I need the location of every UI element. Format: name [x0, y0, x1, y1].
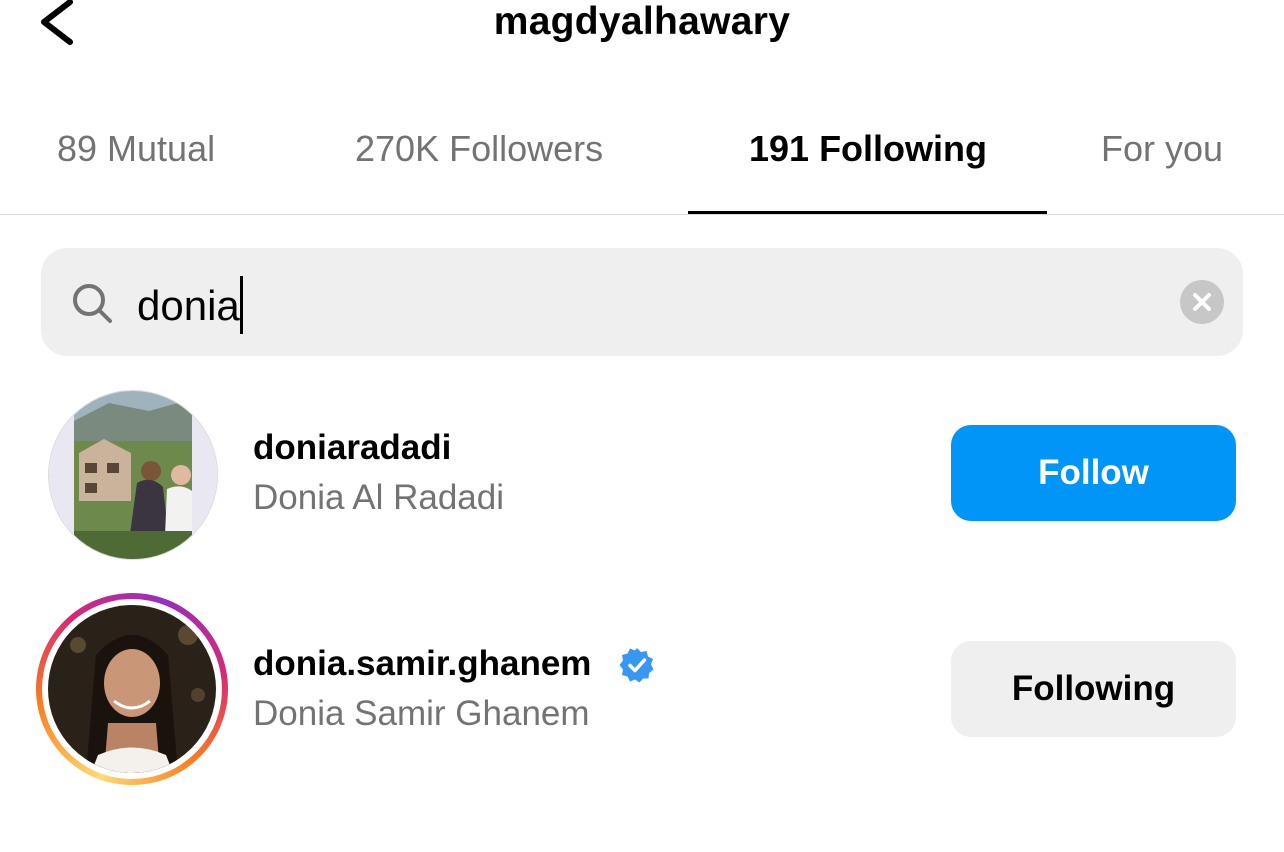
- search-icon: [73, 284, 112, 323]
- search-query[interactable]: donia: [137, 276, 243, 334]
- tab-followers[interactable]: 270K Followers: [355, 128, 603, 170]
- list-item[interactable]: donia.samir.ghanem Donia Samir Ghanem Fo…: [0, 592, 1284, 792]
- avatar-photo: [49, 391, 217, 559]
- avatar: [48, 605, 216, 773]
- text-caret: [239, 276, 243, 334]
- tab-for-you[interactable]: For you: [1101, 128, 1223, 170]
- clear-icon[interactable]: [1180, 280, 1224, 324]
- full-name: Donia Samir Ghanem: [253, 694, 590, 733]
- full-name: Donia Al Radadi: [253, 478, 504, 517]
- search-query-text: donia: [137, 282, 240, 329]
- tab-bar: 89 Mutual 270K Followers 191 Following F…: [0, 100, 1284, 215]
- tab-mutual[interactable]: 89 Mutual: [57, 128, 215, 170]
- avatar-photo: [48, 605, 216, 773]
- profile-username-title: magdyalhawary: [493, 0, 791, 43]
- list-item[interactable]: doniaradadi Donia Al Radadi Follow: [0, 380, 1284, 580]
- tab-following[interactable]: 191 Following: [749, 128, 987, 170]
- story-ring[interactable]: [36, 593, 228, 785]
- top-bar: magdyalhawary: [0, 0, 1284, 60]
- verified-badge-icon: [619, 648, 654, 683]
- following-button[interactable]: Following: [951, 641, 1236, 737]
- search-input[interactable]: donia: [41, 248, 1243, 356]
- active-tab-indicator: [688, 211, 1047, 214]
- username[interactable]: doniaradadi: [253, 428, 451, 468]
- avatar[interactable]: [48, 390, 218, 560]
- username[interactable]: donia.samir.ghanem: [253, 644, 591, 684]
- follow-button[interactable]: Follow: [951, 425, 1236, 521]
